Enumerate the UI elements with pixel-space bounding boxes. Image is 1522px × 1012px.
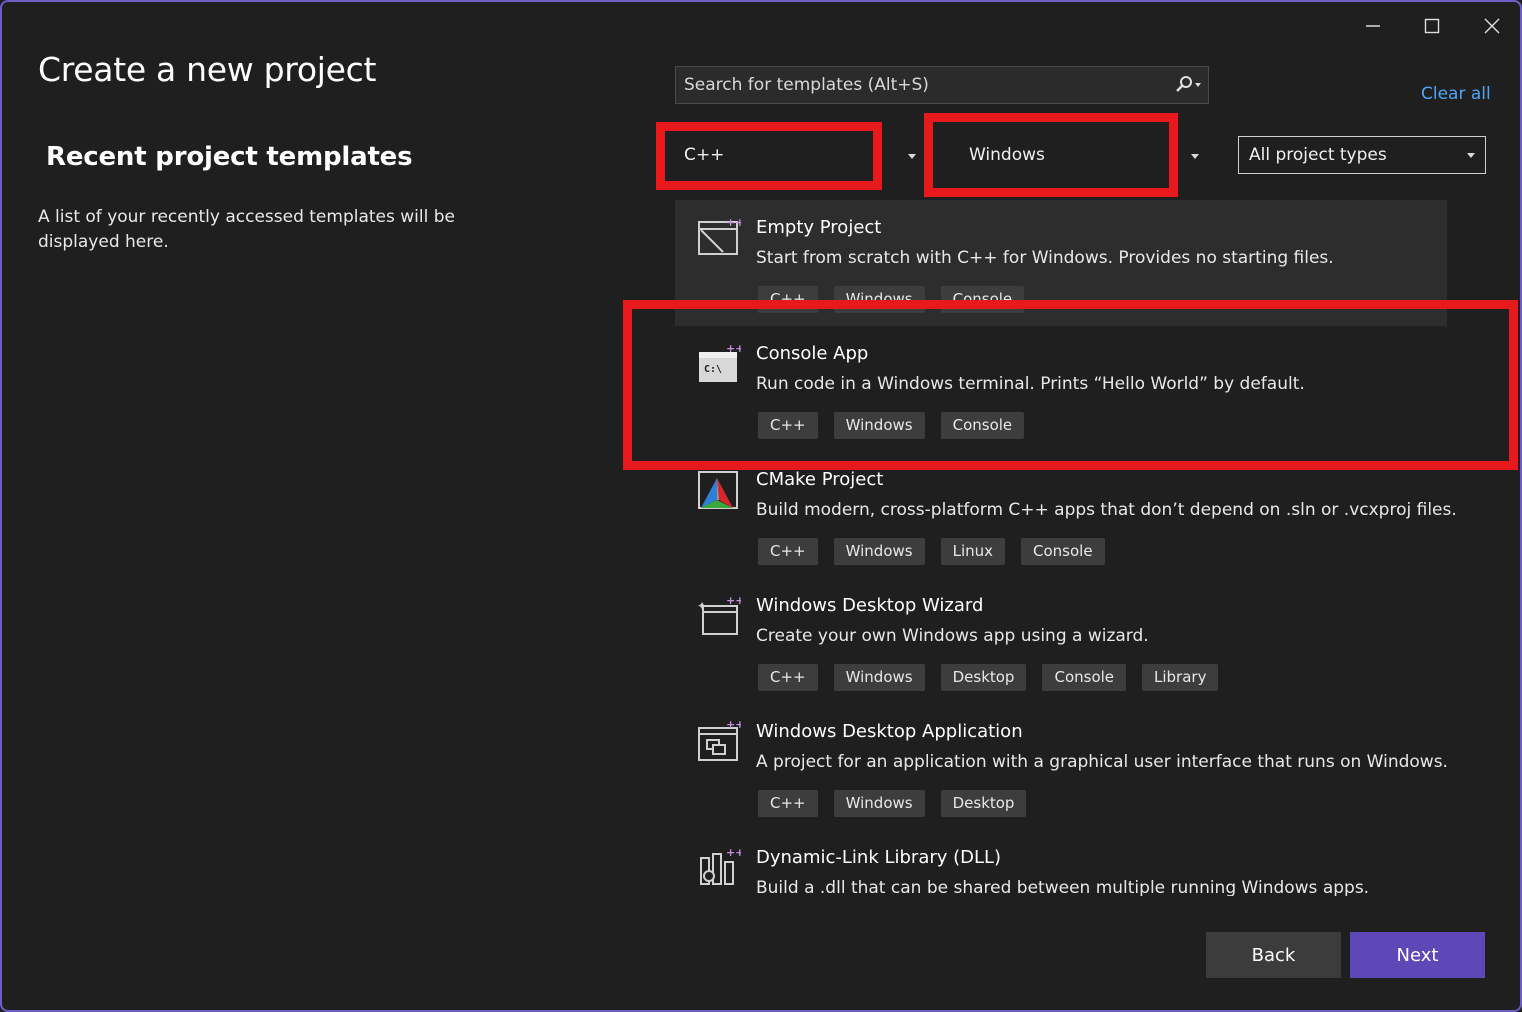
close-button[interactable] [1477, 12, 1507, 40]
tag-project-type: Desktop [940, 664, 1027, 691]
page-title: Create a new project [38, 50, 377, 89]
svg-text:++: ++ [726, 846, 741, 859]
wizard-icon: ✦ ++ [697, 594, 744, 638]
cmake-icon [697, 468, 741, 512]
tag-platform: Linux [940, 538, 1006, 565]
template-item-console-app[interactable]: C:\ ++ Console App Run code in a Windows… [675, 326, 1447, 452]
template-item-windows-desktop-wizard[interactable]: ✦ ++ Windows Desktop Wizard Create your … [675, 578, 1447, 704]
template-list[interactable]: ++ Empty Project Start from scratch with… [675, 198, 1485, 896]
tag-platform: Windows [833, 412, 925, 439]
tag-project-type: Console [1042, 664, 1127, 691]
template-name: Windows Desktop Application [756, 721, 1023, 742]
recent-templates-description: A list of your recently accessed templat… [38, 207, 455, 252]
template-description: Run code in a Windows terminal. Prints “… [756, 374, 1305, 394]
minimize-button[interactable] [1358, 12, 1388, 40]
template-description: Build modern, cross-platform C++ apps th… [756, 500, 1457, 520]
template-item-cmake-project[interactable]: CMake Project Build modern, cross-platfo… [675, 452, 1457, 578]
tag-project-type: Console [940, 286, 1025, 313]
search-icon [1176, 76, 1201, 92]
platform-filter-value: Windows [969, 145, 1045, 165]
tag-project-type: Desktop [940, 790, 1027, 817]
tag-language: C++ [758, 286, 818, 313]
project-type-filter-value: All project types [1249, 145, 1387, 165]
create-project-dialog: Create a new project Recent project temp… [0, 0, 1522, 1012]
template-item-empty-project[interactable]: ++ Empty Project Start from scratch with… [675, 200, 1447, 326]
tag-project-type: Console [940, 412, 1025, 439]
template-search-box[interactable] [675, 66, 1209, 104]
search-input[interactable] [676, 74, 1168, 96]
project-type-filter-dropdown[interactable]: All project types [1238, 136, 1486, 174]
platform-dropdown-chevron-icon[interactable] [1191, 154, 1199, 159]
svg-text:✦: ✦ [697, 599, 707, 613]
tag-platform: Windows [833, 664, 925, 691]
empty-project-icon: ++ [697, 216, 744, 260]
chevron-down-icon [1467, 152, 1475, 158]
svg-text:C:\: C:\ [704, 364, 722, 375]
template-description: Build a .dll that can be shared between … [756, 878, 1370, 896]
language-dropdown-chevron-icon[interactable] [908, 154, 916, 159]
tag-platform: Windows [833, 790, 925, 817]
platform-filter-dropdown[interactable]: Windows [932, 136, 1210, 174]
template-description: Create your own Windows app using a wiza… [756, 626, 1149, 646]
tag-platform: Windows [833, 286, 925, 313]
tag-language: C++ [758, 538, 818, 565]
tag-language: C++ [758, 790, 818, 817]
template-name: CMake Project [756, 469, 884, 490]
svg-text:++: ++ [726, 216, 741, 229]
close-icon [1484, 18, 1500, 34]
svg-text:++: ++ [726, 594, 741, 607]
template-name: Empty Project [756, 217, 882, 238]
template-tags: C++ Windows Console [758, 412, 1025, 439]
clear-all-link[interactable]: Clear all [1421, 84, 1491, 104]
tag-project-type: Library [1142, 664, 1219, 691]
template-tags: C++ Windows Desktop Console Library [758, 664, 1219, 691]
template-name: Console App [756, 343, 869, 364]
template-description: Start from scratch with C++ for Windows.… [756, 248, 1334, 268]
template-tags: C++ Windows Linux Console [758, 538, 1105, 565]
search-options-button[interactable] [1168, 67, 1208, 103]
svg-text:++: ++ [726, 720, 741, 731]
template-tags: C++ Windows Console [758, 286, 1025, 313]
maximize-icon [1424, 18, 1440, 34]
template-tags: C++ Windows Desktop [758, 790, 1027, 817]
tag-project-type: Console [1021, 538, 1105, 565]
minimize-icon [1366, 25, 1380, 27]
desktop-app-icon: ++ [697, 718, 744, 764]
tag-language: C++ [758, 412, 818, 439]
template-item-dll[interactable]: ++ Dynamic-Link Library (DLL) Build a .d… [675, 830, 1447, 896]
dll-icon: ++ [697, 846, 744, 890]
template-name: Windows Desktop Wizard [756, 595, 984, 616]
language-filter-dropdown[interactable]: C++ [668, 136, 926, 174]
next-button[interactable]: Next [1350, 932, 1485, 978]
template-name: Dynamic-Link Library (DLL) [756, 847, 1002, 868]
back-button[interactable]: Back [1206, 932, 1341, 978]
template-item-windows-desktop-application[interactable]: ++ Windows Desktop Application A project… [675, 704, 1448, 830]
tag-language: C++ [758, 664, 818, 691]
recent-templates-heading: Recent project templates [46, 142, 413, 172]
svg-text:++: ++ [726, 342, 741, 355]
template-description: A project for an application with a grap… [756, 752, 1448, 772]
console-app-icon: C:\ ++ [697, 342, 744, 386]
language-filter-value: C++ [684, 145, 725, 165]
maximize-button[interactable] [1417, 12, 1447, 40]
tag-platform: Windows [833, 538, 925, 565]
